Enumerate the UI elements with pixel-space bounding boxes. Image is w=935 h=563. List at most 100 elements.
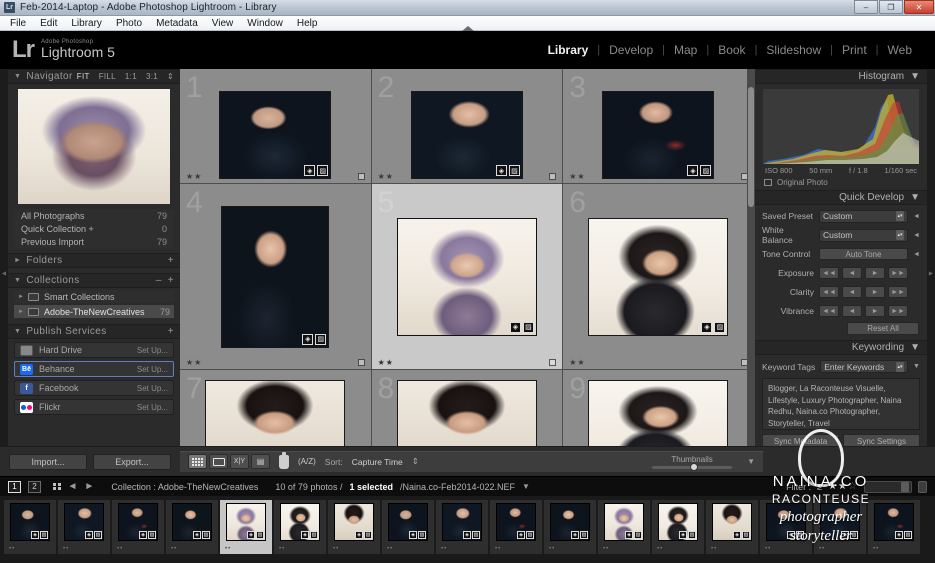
exposure-decrease-large[interactable]: ◄◄ [819,267,839,279]
keyword-badge-icon[interactable]: ◈ [355,531,363,539]
thumbnail-size-slider[interactable]: Thumbnails [646,455,738,471]
filmstrip-cell[interactable]: ◈ ▨ •• [652,500,704,554]
module-map[interactable]: Map [665,43,706,57]
compare-view-button[interactable]: X|Y [230,454,249,469]
clarity-increase[interactable]: ► [865,286,885,298]
filter-enable-switch[interactable] [918,480,927,493]
publish-services-header[interactable]: ▼ Publish Services + [8,324,180,339]
maximize-button[interactable]: ❐ [879,0,903,14]
keyword-badge-icon[interactable]: ◈ [517,531,525,539]
catalog-all-photographs[interactable]: All Photographs 79 [14,209,174,222]
top-panel-toggle-icon[interactable] [461,26,474,31]
keyword-badge-icon[interactable]: ◈ [463,531,471,539]
keyword-badge-icon[interactable]: ◈ [193,531,201,539]
collection-adobe-thenewcreatives[interactable]: ► Adobe-TheNewCreatives 79 [14,305,174,318]
vibrance-decrease-large[interactable]: ◄◄ [819,305,839,317]
grid-cell[interactable]: 3 ◈ ▨ ★★ [563,69,755,184]
crop-badge-icon[interactable]: ▨ [472,531,480,539]
grid-scrollbar-thumb[interactable] [748,87,754,207]
keywording-header[interactable]: Keywording ▼ [755,340,927,355]
sort-stepper-icon[interactable]: ⇕ [412,456,419,467]
grid-cell-selected[interactable]: 5 ◈ ▨ ★★ [371,184,564,370]
crop-badge-icon[interactable]: ▨ [40,531,48,539]
import-button[interactable]: Import... [9,453,87,470]
crop-badge-icon[interactable]: ▨ [202,531,210,539]
publish-setup-link[interactable]: Set Up... [137,346,168,355]
clarity-decrease-large[interactable]: ◄◄ [819,286,839,298]
cell-rating[interactable]: ★★ [569,358,585,367]
filmstrip-cell[interactable]: ◈ ▨ •• [706,500,758,554]
navigator-zoom-fill[interactable]: FILL [99,72,116,81]
grid-view[interactable]: 1 ◈ ▨ ★★ 2 ◈ ▨ ★★ 3 ◈ ▨ ★★ 4 ◈ ▨ ★★ 5 ◈ … [180,69,755,478]
filmstrip-cell-selected[interactable]: ◈ ▨ •• [220,500,272,554]
crop-badge-icon[interactable]: ▨ [742,531,750,539]
menu-window[interactable]: Window [241,17,289,30]
crop-badge-icon[interactable]: ▨ [634,531,642,539]
keyword-badge-icon[interactable]: ◈ [31,531,39,539]
filmstrip-cell[interactable]: ◈ ▨ •• [760,500,812,554]
publish-behance[interactable]: Bē Behance Set Up... [14,361,174,377]
crop-badge-icon[interactable]: ▨ [714,321,726,333]
quick-develop-header[interactable]: Quick Develop ▼ [755,190,927,205]
keyword-badge-icon[interactable]: ◈ [787,531,795,539]
left-panel-collapse-handle[interactable]: ◄ [0,69,8,478]
navigator-zoom-fit[interactable]: FIT [77,72,90,81]
crop-badge-icon[interactable]: ▨ [315,333,327,345]
crop-badge-icon[interactable]: ▨ [904,531,912,539]
filter-star-rating[interactable]: ★★☆ [828,481,858,492]
filmstrip-cell[interactable]: ◈ ▨ •• [544,500,596,554]
cell-rating[interactable]: ★★ [186,172,202,181]
module-book[interactable]: Book [709,43,754,57]
page-button-1[interactable]: 1 [8,480,21,493]
crop-badge-icon[interactable]: ▨ [850,531,858,539]
filter-preset-select[interactable] [864,480,912,493]
filmstrip-cell[interactable]: ◈ ▨ •• [4,500,56,554]
keyword-badge-icon[interactable]: ◈ [247,531,255,539]
crop-badge-icon[interactable]: ▨ [418,531,426,539]
filmstrip-cell[interactable]: ◈ ▨ •• [598,500,650,554]
grid-cell[interactable]: 6 ◈ ▨ ★★ [563,184,755,370]
crop-badge-icon[interactable]: ▨ [148,531,156,539]
stepper-icon[interactable]: ▴▾ [896,230,904,240]
crop-badge-icon[interactable]: ▨ [364,531,372,539]
collections-header[interactable]: ▼ Collections – + [8,273,180,288]
grid-toggle-icon[interactable] [53,482,61,491]
menu-metadata[interactable]: Metadata [150,17,204,30]
keyword-badge-icon[interactable]: ◈ [302,333,314,345]
keyword-badge-icon[interactable]: ◈ [509,321,521,333]
menu-library[interactable]: Library [65,17,108,30]
publish-setup-link[interactable]: Set Up... [137,403,168,412]
histogram-chart[interactable] [763,89,919,164]
back-arrow-icon[interactable]: ◄ [68,481,78,492]
cell-rating[interactable]: ★★ [378,358,394,367]
keyword-badge-icon[interactable]: ◈ [841,531,849,539]
keyword-tags-select[interactable]: Enter Keywords ▴▾ [820,360,908,373]
collections-add-icon[interactable]: + [168,275,174,286]
keyword-badge-icon[interactable]: ◈ [701,321,713,333]
module-slideshow[interactable]: Slideshow [757,43,830,57]
auto-tone-button[interactable]: Auto Tone [819,248,908,260]
crop-badge-icon[interactable]: ▨ [580,531,588,539]
forward-arrow-icon[interactable]: ► [84,481,94,492]
close-button[interactable]: ✕ [904,0,934,14]
tone-collapse-icon[interactable]: ◄ [913,251,920,258]
catalog-quick-collection[interactable]: Quick Collection + 0 [14,222,174,235]
vibrance-decrease[interactable]: ◄ [842,305,862,317]
white-balance-select[interactable]: Custom ▴▾ [819,228,908,242]
filmstrip-cell[interactable]: ◈ ▨ •• [112,500,164,554]
export-button[interactable]: Export... [93,453,171,470]
stepper-icon[interactable]: ▴▾ [896,211,904,221]
crop-badge-icon[interactable]: ▨ [796,531,804,539]
minimize-button[interactable]: – [854,0,878,14]
filmstrip-cell[interactable]: ◈ ▨ •• [436,500,488,554]
folders-add-icon[interactable]: + [168,255,174,266]
keyword-badge-icon[interactable]: ◈ [625,531,633,539]
filmstrip-cell[interactable]: ◈ ▨ •• [490,500,542,554]
spray-can-icon[interactable] [279,451,289,469]
reset-all-button[interactable]: Reset All [847,322,919,335]
navigator-preview[interactable] [18,89,170,204]
navigator-zoom-1-1[interactable]: 1:1 [125,72,137,81]
folders-header[interactable]: ► Folders + [8,253,180,268]
stepper-icon[interactable]: ▴▾ [896,361,904,372]
keyword-input[interactable]: Blogger, La Raconteuse Visuelle, Lifesty… [762,378,920,430]
